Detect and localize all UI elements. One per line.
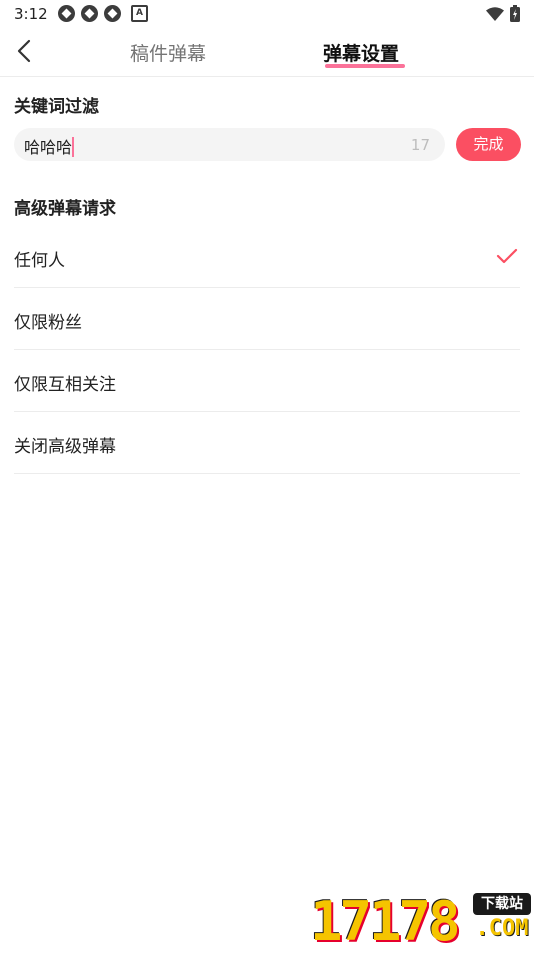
notification-app-icon bbox=[58, 5, 75, 22]
keyword-input-field[interactable]: 哈哈哈 17 bbox=[14, 128, 445, 161]
notification-icons: A bbox=[58, 5, 148, 22]
done-button[interactable]: 完成 bbox=[456, 128, 521, 161]
notification-app-icon bbox=[81, 5, 98, 22]
keyword-input-value: 哈哈哈 bbox=[24, 138, 73, 157]
active-tab-indicator bbox=[325, 64, 405, 68]
option-mutual-follow-only[interactable]: 仅限互相关注 bbox=[14, 350, 520, 412]
option-list: 任何人 仅限粉丝 仅限互相关注 关闭高级弹幕 bbox=[14, 226, 520, 474]
tab-manuscript-danmaku[interactable]: 稿件弹幕 bbox=[130, 39, 206, 66]
back-arrow-icon[interactable] bbox=[10, 36, 40, 66]
option-anyone[interactable]: 任何人 bbox=[14, 226, 520, 288]
watermark-suffix: .COM bbox=[475, 916, 529, 941]
keyword-input[interactable]: 哈哈哈 bbox=[24, 134, 75, 158]
header: 稿件弹幕 弹幕设置 bbox=[0, 28, 534, 77]
system-icons bbox=[486, 5, 520, 22]
option-label: 任何人 bbox=[14, 251, 65, 271]
notification-app-icon bbox=[104, 5, 121, 22]
status-time: 3:12 bbox=[14, 5, 48, 23]
battery-icon bbox=[510, 5, 520, 22]
check-icon bbox=[496, 248, 518, 264]
a-badge-icon: A bbox=[131, 5, 148, 22]
keyword-filter-title: 关键词过滤 bbox=[14, 97, 99, 117]
text-cursor bbox=[72, 137, 75, 157]
char-count: 17 bbox=[410, 136, 430, 154]
option-label: 关闭高级弹幕 bbox=[14, 437, 116, 457]
option-fans-only[interactable]: 仅限粉丝 bbox=[14, 288, 520, 350]
watermark-logo: 17178 下载站 .COM bbox=[310, 890, 532, 950]
option-label: 仅限互相关注 bbox=[14, 375, 116, 395]
wifi-icon bbox=[486, 6, 504, 21]
status-bar: 3:12 A bbox=[0, 0, 534, 28]
watermark-tag: 下载站 bbox=[473, 893, 531, 915]
tab-danmaku-settings[interactable]: 弹幕设置 bbox=[323, 39, 399, 66]
advanced-danmaku-title: 高级弹幕请求 bbox=[14, 199, 116, 219]
option-label: 仅限粉丝 bbox=[14, 313, 82, 333]
option-disable-advanced[interactable]: 关闭高级弹幕 bbox=[14, 412, 520, 474]
watermark-digits: 17178 bbox=[310, 890, 461, 953]
